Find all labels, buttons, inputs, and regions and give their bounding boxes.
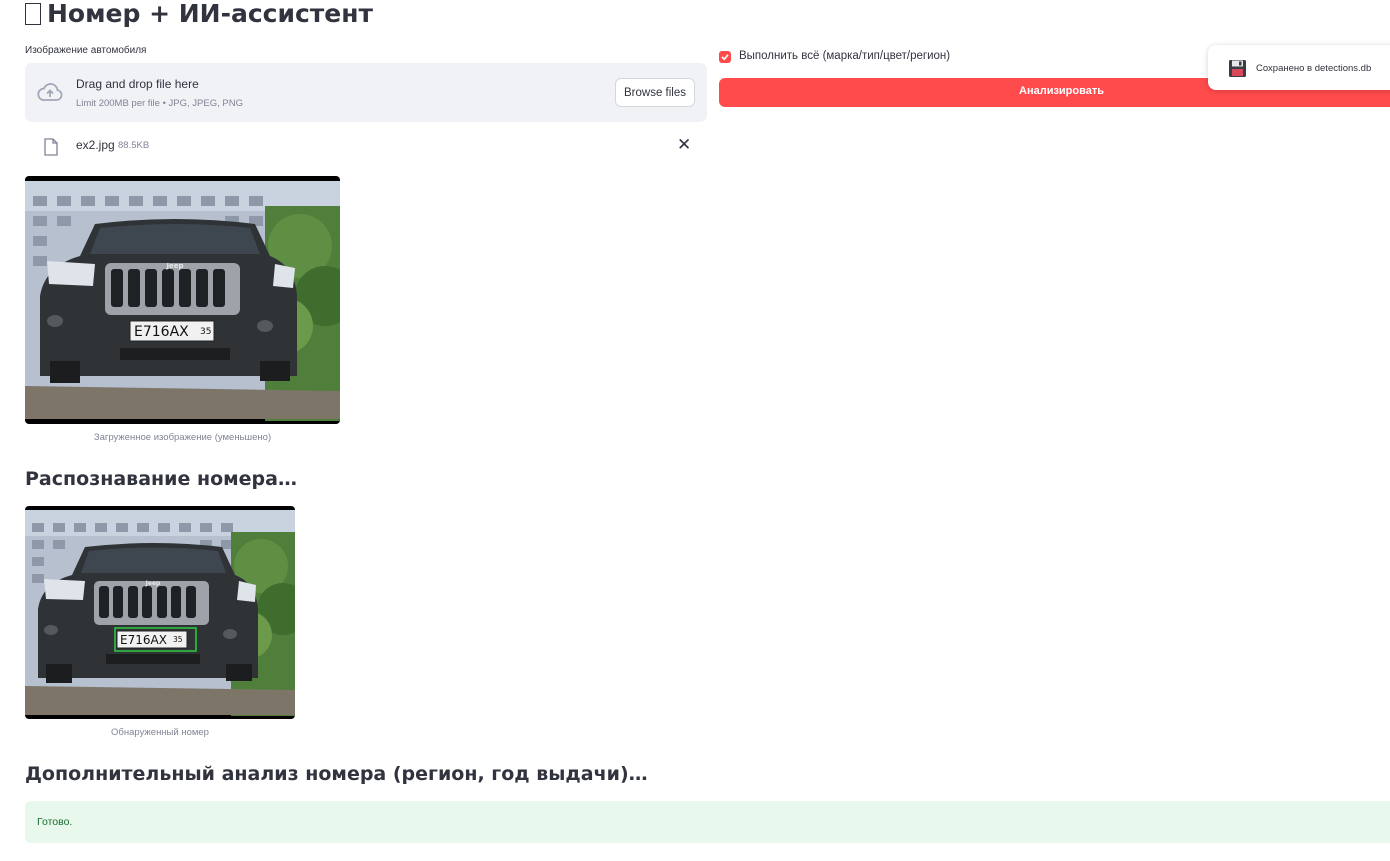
dropzone-limit: Limit 200MB per file • JPG, JPEG, PNG	[76, 98, 243, 109]
run-all-checkbox[interactable]	[719, 51, 731, 63]
analysis-heading: Дополнительный анализ номера (регион, го…	[25, 763, 648, 785]
uploaded-file-row: ex2.jpg 88.5KB ✕	[25, 132, 707, 162]
success-alert: Готово.	[25, 801, 1390, 843]
plate-series-text: E716AX	[134, 324, 189, 340]
file-name: ex2.jpg	[76, 138, 115, 152]
plate-region-text: 35	[200, 327, 211, 337]
checkmark-icon	[721, 54, 729, 61]
analyze-button-label: Анализировать	[1019, 85, 1105, 97]
uploaded-image-caption: Загруженное изображение (уменьшено)	[93, 432, 272, 443]
floppy-disk-icon	[1229, 60, 1246, 77]
uploaded-car-photo: Jeep E716AX 35	[25, 181, 340, 421]
file-size: 88.5KB	[118, 140, 150, 151]
dropzone-instructions: Drag and drop file here	[76, 77, 199, 91]
car-brand-text: Jeep	[165, 262, 183, 270]
toast-message: Сохранено в detections.db	[1256, 63, 1372, 74]
detection-heading: Распознавание номера…	[25, 468, 297, 490]
file-dropzone[interactable]: Drag and drop file here Limit 200MB per …	[25, 63, 707, 122]
missing-glyph-icon	[25, 3, 41, 25]
page-title-text: Номер + ИИ-ассистент	[47, 0, 374, 28]
plate-series-text: E716AX	[120, 633, 167, 647]
browse-files-button[interactable]: Browse files	[615, 78, 695, 107]
run-all-label[interactable]: Выполнить всё (марка/тип/цвет/регион)	[739, 50, 950, 62]
success-message: Готово.	[37, 816, 73, 828]
uploaded-image: Jeep E716AX 35	[25, 176, 340, 424]
saved-toast: Сохранено в detections.db	[1208, 45, 1390, 90]
detected-image-caption: Обнаруженный номер	[111, 727, 209, 738]
uploader-label: Изображение автомобиля	[25, 45, 147, 56]
detected-plate-image: Jeep E716AX 35	[25, 506, 295, 719]
cloud-upload-icon	[37, 83, 63, 101]
plate-region-text: 35	[173, 635, 183, 644]
page-title: Номер + ИИ-ассистент	[25, 0, 373, 30]
detected-car-photo: Jeep E716AX 35	[25, 510, 295, 716]
car-brand-text: Jeep	[145, 580, 161, 587]
file-icon	[44, 138, 58, 156]
remove-file-icon[interactable]: ✕	[677, 137, 691, 154]
